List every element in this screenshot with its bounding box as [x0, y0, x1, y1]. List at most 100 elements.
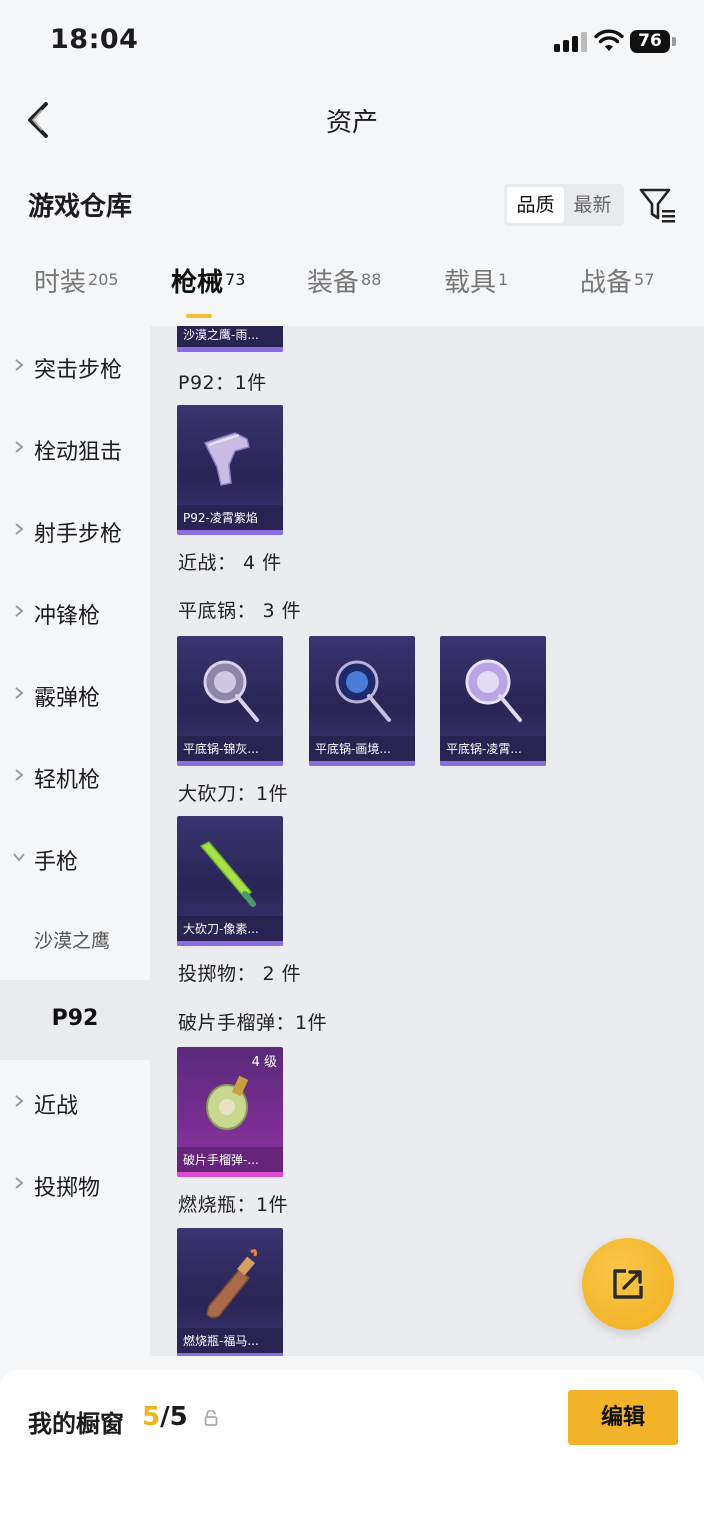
- sidebar-subitem-desert-eagle[interactable]: 沙漠之鹰: [0, 898, 150, 978]
- chevron-right-icon: [15, 605, 24, 617]
- tab-label: 载具: [444, 268, 497, 298]
- group-label: 投掷物： 2 件: [178, 963, 302, 985]
- tab-label: 枪械: [171, 268, 224, 298]
- chevron-right-icon: [15, 523, 24, 535]
- item-name: 平底锅-凌霄...: [446, 742, 522, 756]
- item-name: P92-凌霄紫焰: [183, 511, 258, 525]
- item-name: 破片手榴弹-...: [183, 1153, 259, 1167]
- nav-bar: 资产: [0, 84, 704, 156]
- machete-icon: [199, 841, 256, 907]
- signal-icon: [554, 32, 588, 52]
- item-card[interactable]: 平底锅-锦灰...: [177, 636, 283, 766]
- tab-equipment[interactable]: 装备 88: [307, 262, 381, 324]
- tab-label: 装备: [307, 268, 360, 298]
- tab-label: 战备: [580, 268, 633, 298]
- chevron-right-icon: [15, 1177, 24, 1189]
- edit-button[interactable]: 编辑: [568, 1390, 678, 1445]
- chevron-right-icon: [15, 687, 24, 699]
- sidebar-item-label: 投掷物: [34, 1176, 101, 1201]
- tab-gear[interactable]: 战备 57: [580, 262, 654, 324]
- sidebar-item-melee[interactable]: 近战: [0, 1062, 150, 1142]
- item-card[interactable]: 燃烧瓶-福马...: [177, 1228, 283, 1356]
- item-card[interactable]: P92-凌霄紫焰: [177, 405, 283, 535]
- showcase-current: 5: [142, 1402, 161, 1432]
- frying-pan-icon: [335, 660, 391, 722]
- group-label: 平底锅： 3 件: [178, 600, 302, 622]
- battery-level: 76: [630, 30, 670, 53]
- sidebar-item-marksman-rifle[interactable]: 射手步枪: [0, 490, 150, 570]
- sidebar-item-lmg[interactable]: 轻机枪: [0, 736, 150, 816]
- sidebar-item-label: 突击步枪: [34, 358, 123, 383]
- section-header: 游戏仓库 品质 最新: [0, 172, 704, 238]
- wifi-icon: [594, 29, 624, 51]
- pistol-icon: [203, 432, 250, 486]
- molotov-icon: [206, 1249, 257, 1319]
- sidebar-item-label: 栓动狙击: [34, 440, 123, 465]
- sidebar-item-label: 射手步枪: [34, 522, 123, 547]
- frying-pan-icon: [465, 659, 522, 722]
- sidebar-item-shotgun[interactable]: 霰弹枪: [0, 654, 150, 734]
- sidebar-item-throwables[interactable]: 投掷物: [0, 1144, 150, 1224]
- sidebar-item-assault-rifle[interactable]: 突击步枪: [0, 326, 150, 406]
- sidebar-item-label: 手枪: [34, 850, 79, 875]
- item-card[interactable]: 平底锅-凌霄...: [440, 636, 546, 766]
- tab-count: 88: [361, 269, 382, 289]
- tab-count: 73: [225, 269, 246, 289]
- grenade-icon: [206, 1075, 249, 1130]
- item-card[interactable]: 大砍刀-像素...: [177, 816, 283, 946]
- item-name: 平底锅-画境...: [315, 742, 391, 756]
- share-icon: [613, 1269, 643, 1299]
- item-list: 沙漠之鹰-雨... P92：1件 P92-凌霄紫焰 近战： 4 件 平底锅： 3…: [150, 326, 704, 1356]
- chevron-down-icon: [13, 853, 25, 862]
- battery-icon: 76: [630, 30, 676, 53]
- item-name: 大砍刀-像素...: [183, 922, 259, 936]
- tab-vehicles[interactable]: 载具 1: [444, 262, 508, 324]
- status-bar: 18:04 76: [0, 0, 704, 84]
- tab-count: 1: [498, 269, 509, 289]
- sort-toggle[interactable]: 品质 最新: [504, 184, 624, 226]
- tab-label: 时装: [34, 268, 87, 298]
- group-label: 近战： 4 件: [178, 552, 282, 574]
- item-name: 沙漠之鹰-雨...: [183, 328, 259, 342]
- group-label: 燃烧瓶：1件: [178, 1194, 289, 1216]
- sidebar-subitem-label: 沙漠之鹰: [34, 930, 111, 952]
- showcase-bar: 我的橱窗 5/5 编辑: [0, 1370, 704, 1523]
- chevron-right-icon: [15, 769, 24, 781]
- frying-pan-icon: [203, 660, 259, 722]
- share-button[interactable]: [582, 1238, 674, 1330]
- status-time: 18:04: [50, 24, 139, 55]
- sidebar-item-bolt-sniper[interactable]: 栓动狙击: [0, 408, 150, 488]
- showcase-total: /5: [160, 1402, 188, 1432]
- lock-icon: [204, 1410, 218, 1426]
- tab-underline: [186, 314, 212, 318]
- chevron-right-icon: [15, 1095, 24, 1107]
- group-label: P92：1件: [178, 372, 267, 394]
- section-title: 游戏仓库: [28, 192, 133, 222]
- group-label: 大砍刀：1件: [178, 783, 289, 805]
- category-tabs: 时装 205 枪械 73 装备 88 载具 1 战备 57: [0, 262, 704, 324]
- showcase-count: 5/5: [142, 1402, 188, 1432]
- page-title: 资产: [325, 108, 378, 138]
- item-card[interactable]: 沙漠之鹰-雨...: [177, 326, 283, 352]
- item-card[interactable]: 平底锅-画境...: [309, 636, 415, 766]
- sidebar-item-smg[interactable]: 冲锋枪: [0, 572, 150, 652]
- tab-count: 57: [634, 269, 655, 289]
- tab-fashion[interactable]: 时装 205: [34, 262, 119, 324]
- item-card[interactable]: 4 级 破片手榴弹-...: [177, 1047, 283, 1177]
- showcase-label: 我的橱窗: [28, 1410, 124, 1438]
- sort-quality[interactable]: 品质: [507, 187, 564, 223]
- category-sidebar: 突击步枪 栓动狙击 射手步枪 冲锋枪 霰弹枪 轻机枪 手枪 沙漠之鹰 P92 近…: [0, 326, 150, 1356]
- sidebar-item-label: 轻机枪: [34, 768, 101, 793]
- sidebar-subitem-label: P92: [51, 1006, 99, 1031]
- tab-count: 205: [88, 269, 119, 289]
- filter-icon[interactable]: [638, 184, 678, 226]
- item-name: 平底锅-锦灰...: [183, 742, 259, 756]
- sidebar-item-label: 冲锋枪: [34, 604, 101, 629]
- group-label: 破片手榴弹：1件: [178, 1012, 328, 1034]
- sidebar-item-pistol[interactable]: 手枪: [0, 818, 150, 898]
- sidebar-item-label: 霰弹枪: [34, 686, 101, 711]
- sidebar-subitem-p92[interactable]: P92: [0, 980, 150, 1060]
- sidebar-item-label: 近战: [34, 1094, 79, 1119]
- chevron-right-icon: [15, 441, 24, 453]
- sort-newest[interactable]: 最新: [564, 187, 621, 223]
